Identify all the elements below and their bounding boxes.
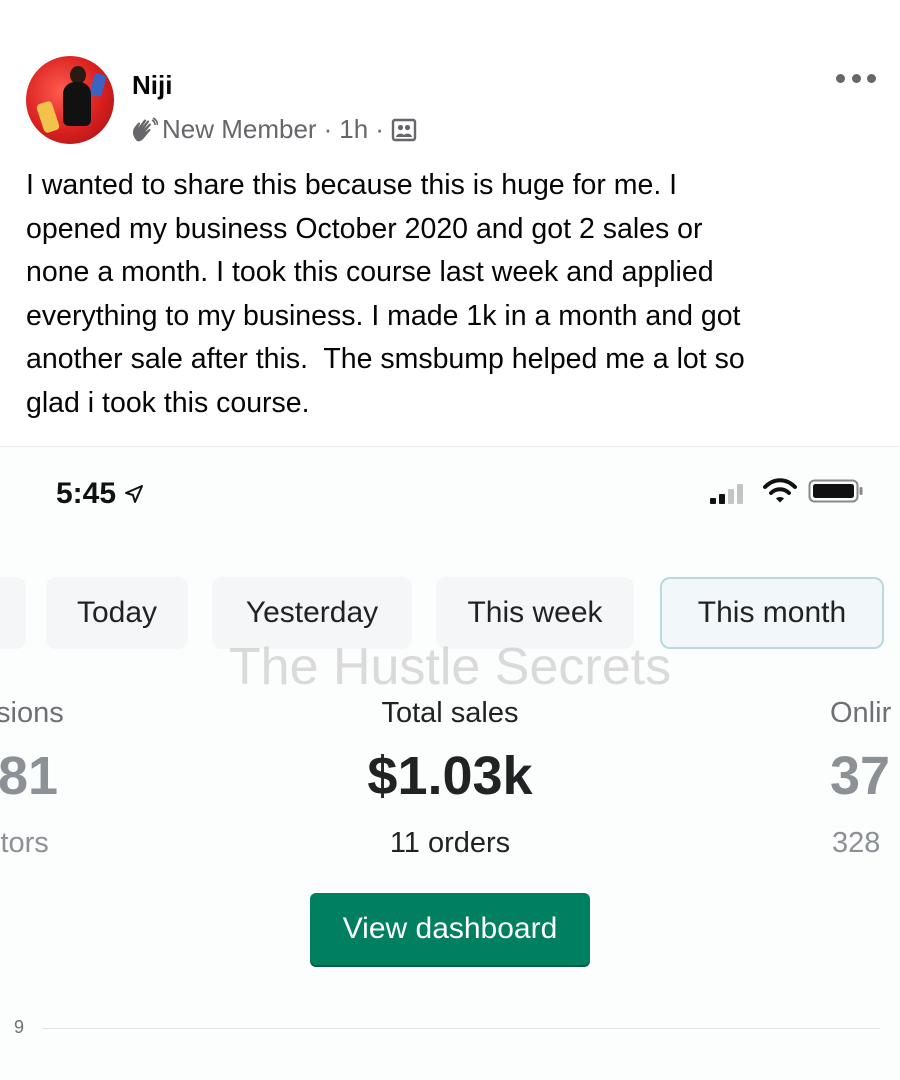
online-store-sub: 328 xyxy=(832,827,881,859)
chart-gridline xyxy=(42,1028,880,1029)
online-store-label: Onlir xyxy=(830,697,892,729)
avatar-photo-detail xyxy=(89,72,107,98)
wifi-icon xyxy=(763,478,797,503)
view-dashboard-button[interactable]: View dashboard xyxy=(310,893,590,965)
online-store-value: 37 xyxy=(830,746,891,806)
visitors-label: itors xyxy=(0,827,49,859)
meta-separator: · xyxy=(375,114,384,144)
total-sales-value: $1.03k xyxy=(367,746,533,806)
tab-this-month[interactable]: This month xyxy=(660,577,884,649)
post-image-shopify-screenshot[interactable]: 5:45 Today Yesterday This week This mont… xyxy=(0,447,900,1080)
tab-yesterday[interactable]: Yesterday xyxy=(212,577,412,649)
more-dot xyxy=(836,73,845,83)
tab-previous-range[interactable] xyxy=(0,577,26,649)
sessions-label: sions xyxy=(0,697,64,729)
more-options-icon[interactable] xyxy=(836,66,876,90)
member-badge: New Member xyxy=(162,114,317,144)
more-dot xyxy=(851,73,861,83)
signal-icon xyxy=(710,484,743,504)
author-name[interactable]: Niji xyxy=(132,70,172,101)
wave-hand-icon xyxy=(133,116,158,141)
meta-separator: · xyxy=(323,114,333,144)
orders-count: 11 orders xyxy=(389,827,511,859)
group-icon xyxy=(391,118,417,141)
total-sales-label: Total sales xyxy=(381,697,519,729)
sessions-value: 81 xyxy=(0,746,59,806)
author-avatar[interactable] xyxy=(26,56,114,144)
status-bar-time: 5:45 xyxy=(56,477,144,511)
battery-icon xyxy=(808,479,863,503)
chart-axis-tick: 9 xyxy=(14,1017,25,1037)
tab-today[interactable]: Today xyxy=(46,577,188,649)
post-meta: New Member · 1h · xyxy=(130,114,417,145)
more-dot xyxy=(867,73,876,83)
status-time-text: 5:45 xyxy=(56,477,117,510)
tab-this-week[interactable]: This week xyxy=(436,577,634,649)
avatar-photo-detail xyxy=(63,82,91,126)
post-body: I wanted to share this because this is h… xyxy=(26,169,745,419)
post-time[interactable]: 1h xyxy=(339,114,368,145)
location-arrow-icon xyxy=(125,485,144,503)
avatar-photo-detail xyxy=(35,100,61,134)
